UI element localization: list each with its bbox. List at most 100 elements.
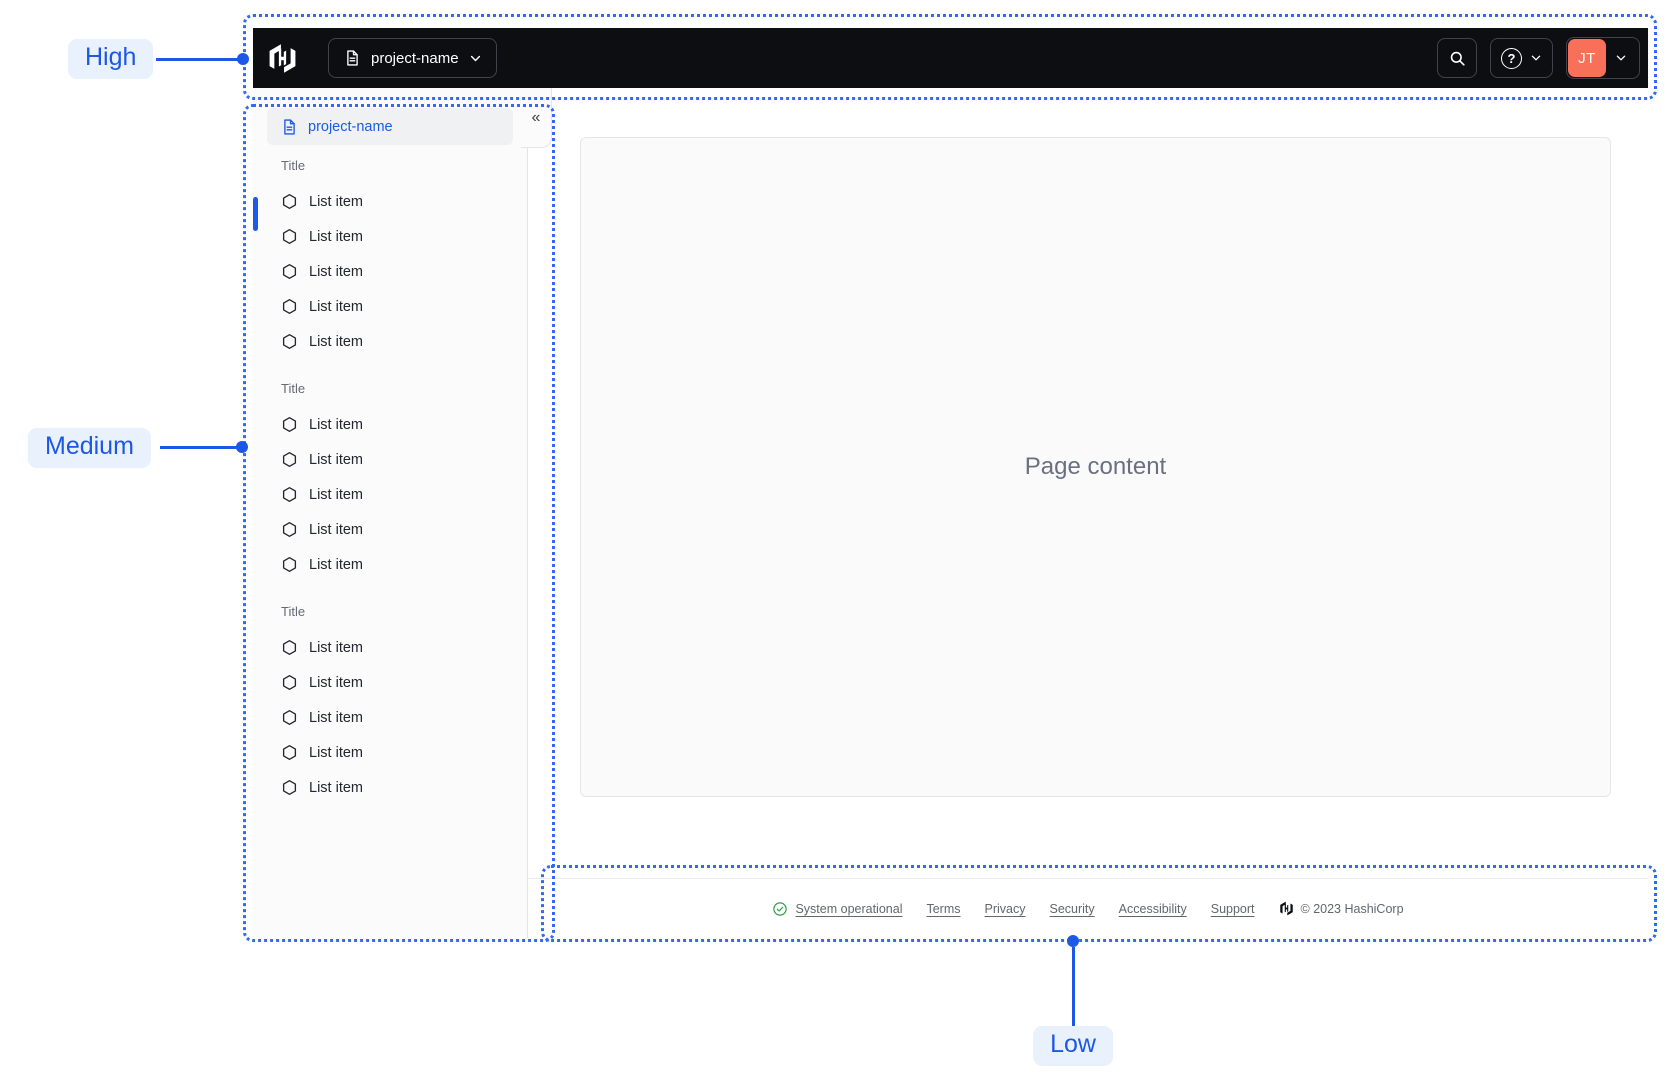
list-item-label: List item — [309, 521, 363, 538]
hexagon-icon — [281, 521, 298, 538]
list-item[interactable]: List item — [253, 407, 527, 442]
list-item[interactable]: List item — [253, 547, 527, 582]
active-item-indicator — [253, 197, 258, 231]
hexagon-icon — [281, 228, 298, 245]
annotation-low-label: Low — [1033, 1026, 1113, 1066]
search-button[interactable] — [1437, 38, 1477, 78]
sidebar-collapse-button[interactable]: « — [521, 88, 552, 148]
list-item[interactable]: List item — [253, 512, 527, 547]
hexagon-icon — [281, 709, 298, 726]
search-icon — [1448, 49, 1467, 68]
list-item-label: List item — [309, 744, 363, 761]
chevron-down-icon — [1615, 52, 1627, 64]
list-item[interactable]: List item — [253, 442, 527, 477]
list-item[interactable]: List item — [253, 477, 527, 512]
hexagon-icon — [281, 556, 298, 573]
sidebar-section: Title List item List item List item List… — [253, 381, 527, 582]
list-item[interactable]: List item — [253, 770, 527, 805]
annotation-low-connector — [1071, 947, 1075, 1028]
hexagon-icon — [281, 263, 298, 280]
list-item-label: List item — [309, 709, 363, 726]
chevron-down-icon — [469, 52, 482, 65]
hashicorp-logo-icon — [1279, 901, 1294, 916]
copyright-text: © 2023 HashiCorp — [1300, 901, 1404, 916]
sidebar-item-label: project-name — [308, 118, 393, 135]
hexagon-icon — [281, 779, 298, 796]
system-status-link[interactable]: System operational — [772, 901, 902, 917]
collapse-chevrons-icon: « — [531, 108, 541, 126]
sidebar-section: Title List item List item List item List… — [253, 604, 527, 805]
file-text-icon — [280, 118, 298, 136]
list-item-label: List item — [309, 263, 363, 280]
footer-link[interactable]: Support — [1211, 902, 1255, 916]
hexagon-icon — [281, 486, 298, 503]
page-content-box: Page content — [580, 137, 1611, 797]
annotation-high-dot — [237, 53, 249, 65]
footer-link[interactable]: Security — [1050, 902, 1095, 916]
hexagon-icon — [281, 333, 298, 350]
sidebar-item-project-name[interactable]: project-name — [267, 108, 513, 145]
list-item[interactable]: List item — [253, 289, 527, 324]
section-title: Title — [281, 604, 306, 619]
hexagon-icon — [281, 674, 298, 691]
list-item-label: List item — [309, 451, 363, 468]
annotation-low-dot — [1067, 935, 1079, 947]
annotation-medium-label: Medium — [28, 428, 151, 468]
section-list: List item List item List item List item — [253, 630, 527, 805]
file-text-icon — [343, 49, 361, 67]
section-title: Title — [281, 158, 306, 173]
project-switcher-button[interactable]: project-name — [328, 38, 497, 78]
list-item-label: List item — [309, 556, 363, 573]
page-content-placeholder: Page content — [1024, 453, 1167, 480]
list-item-label: List item — [309, 416, 363, 433]
help-menu-button[interactable]: ? — [1490, 38, 1553, 78]
annotation-medium-dot — [236, 441, 248, 453]
hexagon-icon — [281, 298, 298, 315]
list-item[interactable]: List item — [253, 630, 527, 665]
hexagon-icon — [281, 451, 298, 468]
list-item-label: List item — [309, 486, 363, 503]
footer-link[interactable]: Terms — [926, 902, 960, 916]
annotation-high-connector — [156, 58, 239, 61]
list-item-label: List item — [309, 193, 363, 210]
section-list: List item List item List item List item — [253, 407, 527, 582]
list-item-label: List item — [309, 674, 363, 691]
list-item-label: List item — [309, 298, 363, 315]
canvas: project-name ? JT project-name « Title L… — [0, 0, 1672, 1078]
footer-link[interactable]: Accessibility — [1119, 902, 1187, 916]
hexagon-icon — [281, 744, 298, 761]
project-switcher-label: project-name — [371, 49, 459, 67]
list-item[interactable]: List item — [253, 184, 527, 219]
list-item[interactable]: List item — [253, 254, 527, 289]
user-avatar: JT — [1568, 39, 1606, 77]
hexagon-icon — [281, 639, 298, 656]
system-status-label: System operational — [795, 901, 903, 916]
annotation-medium-connector — [160, 446, 238, 449]
help-icon: ? — [1501, 47, 1522, 69]
footer: System operational Terms Privacy Securit… — [528, 878, 1648, 938]
annotation-high-label: High — [68, 39, 154, 79]
hexagon-icon — [281, 193, 298, 210]
sidebar-sections: Title List item List item List item List… — [253, 158, 527, 805]
list-item[interactable]: List item — [253, 324, 527, 359]
sidebar-section: Title List item List item List item List… — [253, 158, 527, 359]
section-list: List item List item List item List item — [253, 184, 527, 359]
list-item[interactable]: List item — [253, 665, 527, 700]
top-navbar: project-name ? JT — [253, 28, 1648, 88]
navbar-right-group: ? JT — [1437, 37, 1640, 79]
check-circle-icon — [772, 901, 788, 917]
list-item[interactable]: List item — [253, 700, 527, 735]
footer-link[interactable]: Privacy — [985, 902, 1026, 916]
list-item-label: List item — [309, 639, 363, 656]
section-title: Title — [281, 381, 306, 396]
hexagon-icon — [281, 416, 298, 433]
sidebar: project-name « Title List item List item — [253, 88, 552, 938]
list-item[interactable]: List item — [253, 219, 527, 254]
user-menu-button[interactable]: JT — [1566, 37, 1640, 79]
hashicorp-logo-icon — [267, 43, 298, 74]
list-item-label: List item — [309, 228, 363, 245]
list-item-label: List item — [309, 779, 363, 796]
chevron-down-icon — [1530, 52, 1542, 64]
list-item[interactable]: List item — [253, 735, 527, 770]
footer-copyright: © 2023 HashiCorp — [1279, 901, 1404, 916]
